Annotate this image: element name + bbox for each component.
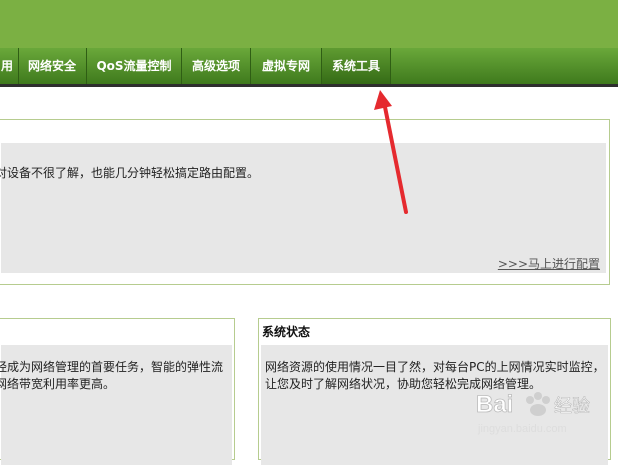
watermark-brand: Bai <box>476 391 513 418</box>
nav-item-network-security[interactable]: 网络安全 <box>18 48 87 84</box>
paw-icon <box>526 392 550 416</box>
nav-item-truncated[interactable]: 用 <box>0 48 19 84</box>
bandwidth-panel: 经成为网络管理的首要任务，智能的弹性流网络带宽利用率更高。 <box>0 318 235 465</box>
header-bar <box>0 0 618 48</box>
bandwidth-body: 经成为网络管理的首要任务，智能的弹性流网络带宽利用率更高。 <box>0 345 232 465</box>
watermark-sub: jingyan.baidu.com <box>477 423 567 435</box>
nav-item-system-tools[interactable]: 系统工具 <box>322 48 391 84</box>
nav-item-vpn[interactable]: 虚拟专网 <box>251 48 322 84</box>
system-status-title: 系统状态 <box>262 325 311 339</box>
baidu-jingyan-watermark: Bai 经验 jingyan.baidu.com <box>476 391 591 435</box>
red-arrow-annotation <box>374 90 408 214</box>
nav-item-advanced[interactable]: 高级选项 <box>182 48 251 84</box>
configure-now-link[interactable]: >>>马上进行配置 <box>498 255 600 272</box>
nav-item-qos[interactable]: QoS流量控制 <box>87 48 182 84</box>
watermark-brand2: 经验 <box>554 396 590 417</box>
bandwidth-text: 经成为网络管理的首要任务，智能的弹性流网络带宽利用率更高。 <box>0 360 224 391</box>
quick-setup-body: 对设备不很了解，也能几分钟轻松搞定路由配置。 >>>马上进行配置 <box>0 143 606 273</box>
quick-setup-panel: 对设备不很了解，也能几分钟轻松搞定路由配置。 >>>马上进行配置 <box>0 119 610 285</box>
main-nav: 用 网络安全 QoS流量控制 高级选项 虚拟专网 系统工具 <box>0 48 618 87</box>
quick-setup-text: 对设备不很了解，也能几分钟轻松搞定路由配置。 <box>0 166 260 180</box>
